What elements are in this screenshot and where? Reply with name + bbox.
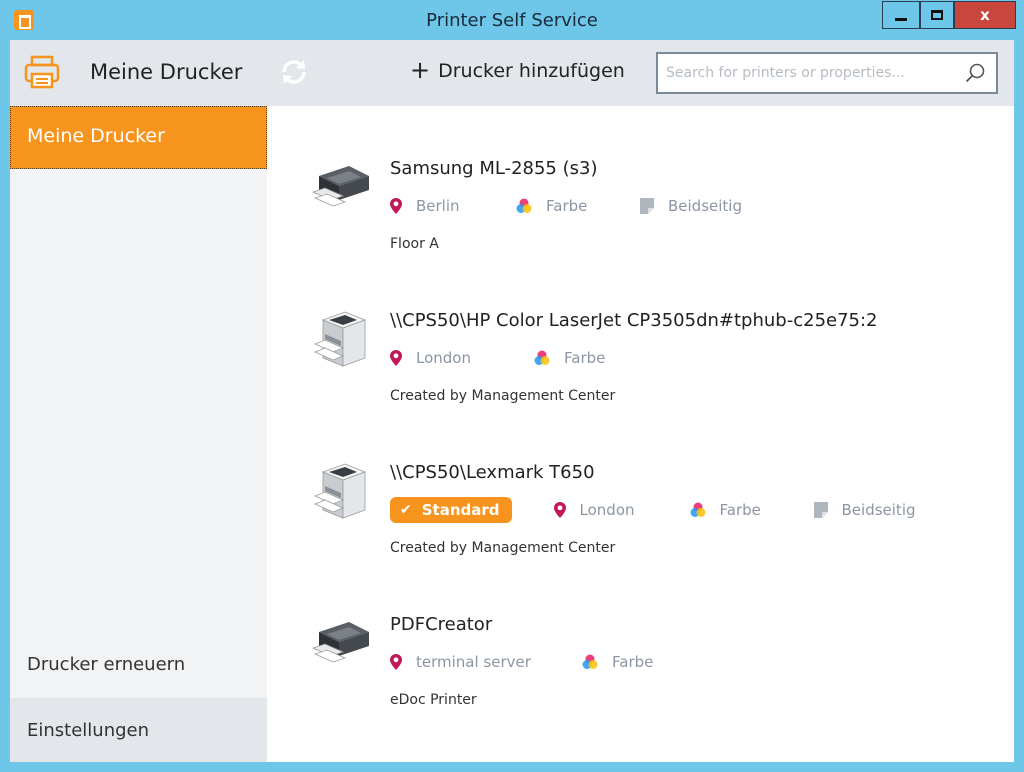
duplex-label: Beidseitig <box>668 197 742 215</box>
window-title: Printer Self Service <box>426 10 598 31</box>
search-input[interactable] <box>666 62 956 84</box>
printer-item[interactable]: PDFCreator terminal server Farbe eDoc Pr… <box>267 610 1014 730</box>
location-tag: London <box>553 501 690 519</box>
title-bar[interactable]: Printer Self Service x <box>0 0 1024 40</box>
printer-item[interactable]: Samsung ML-2855 (s3) Berlin Farbe Beidse… <box>267 154 1014 274</box>
color-label: Farbe <box>546 197 588 215</box>
printer-name: \\CPS50\HP Color LaserJet CP3505dn#tphub… <box>390 310 878 331</box>
search-icon[interactable] <box>964 62 986 84</box>
duplex-tag: Beidseitig <box>640 197 742 215</box>
close-button[interactable]: x <box>954 1 1016 29</box>
printer-tags: terminal server Farbe <box>390 648 653 676</box>
location-pin-icon <box>390 350 402 366</box>
dark-printer-icon <box>311 622 369 663</box>
printer-name: \\CPS50\Lexmark T650 <box>390 462 595 483</box>
close-icon: x <box>980 6 990 24</box>
maximize-button[interactable] <box>920 1 954 29</box>
printer-description: Floor A <box>390 236 439 252</box>
printer-description: eDoc Printer <box>390 692 477 708</box>
minimize-button[interactable] <box>882 1 920 29</box>
add-printer-label: Drucker hinzufügen <box>438 60 625 82</box>
color-tag: Farbe <box>690 501 814 519</box>
duplex-page-icon <box>640 198 654 214</box>
location-tag: London <box>390 349 534 367</box>
location-pin-icon <box>390 654 402 670</box>
location-label: London <box>579 501 635 519</box>
standard-badge: ✔ Standard <box>390 497 512 523</box>
printer-header-icon <box>24 55 60 89</box>
light-printer-icon <box>313 463 367 519</box>
page-title: Meine Drucker <box>90 60 243 84</box>
add-printer-button[interactable]: + Drucker hinzufügen <box>410 55 625 84</box>
sidebar-item-einstellungen[interactable]: Einstellungen <box>10 698 267 762</box>
plus-icon: + <box>410 55 431 84</box>
duplex-tag: Beidseitig <box>813 501 916 519</box>
duplex-page-icon <box>813 502 828 518</box>
printer-item[interactable]: \\CPS50\HP Color LaserJet CP3505dn#tphub… <box>267 306 1014 426</box>
printer-tags: London Farbe <box>390 344 605 372</box>
color-tag: Farbe <box>516 197 640 215</box>
color-palette-icon <box>690 502 706 517</box>
location-label: London <box>416 349 471 367</box>
location-pin-icon <box>390 198 402 214</box>
color-palette-icon <box>534 350 550 365</box>
location-tag: Berlin <box>390 197 516 215</box>
color-tag: Farbe <box>534 349 605 367</box>
color-label: Farbe <box>612 653 654 671</box>
color-tag: Farbe <box>582 653 653 671</box>
sidebar: Meine Drucker Drucker erneuern Einstellu… <box>10 106 267 762</box>
sidebar-item-meine-drucker[interactable]: Meine Drucker <box>10 106 267 169</box>
refresh-icon[interactable] <box>278 56 310 88</box>
printer-name: Samsung ML-2855 (s3) <box>390 158 598 179</box>
header-toolbar: Meine Drucker + Drucker hinzufügen <box>10 40 1014 106</box>
maximize-icon <box>931 10 943 20</box>
standard-label: Standard <box>421 501 500 519</box>
printer-list: Samsung ML-2855 (s3) Berlin Farbe Beidse… <box>267 106 1014 762</box>
check-icon: ✔ <box>400 502 412 518</box>
color-label: Farbe <box>564 349 606 367</box>
app-window: Printer Self Service x Meine Drucker + D… <box>0 0 1024 772</box>
printer-item[interactable]: \\CPS50\Lexmark T650 ✔ Standard London F… <box>267 458 1014 578</box>
light-printer-icon <box>313 311 367 367</box>
printer-description: Created by Management Center <box>390 540 616 556</box>
printer-name: PDFCreator <box>390 614 493 635</box>
printer-tags: Berlin Farbe Beidseitig <box>390 192 742 220</box>
dark-printer-icon <box>311 166 369 207</box>
sidebar-item-drucker-erneuern[interactable]: Drucker erneuern <box>27 654 185 675</box>
duplex-label: Beidseitig <box>841 501 916 519</box>
color-palette-icon <box>516 198 532 213</box>
location-label: terminal server <box>416 653 531 671</box>
printer-tags: ✔ Standard London Farbe Beidseitig <box>390 496 916 524</box>
printer-description: Created by Management Center <box>390 388 616 404</box>
minimize-icon <box>895 17 907 21</box>
location-pin-icon <box>553 502 566 518</box>
color-palette-icon <box>582 654 598 669</box>
color-label: Farbe <box>719 501 761 519</box>
search-box[interactable] <box>656 52 998 94</box>
location-tag: terminal server <box>390 653 582 671</box>
location-label: Berlin <box>416 197 460 215</box>
